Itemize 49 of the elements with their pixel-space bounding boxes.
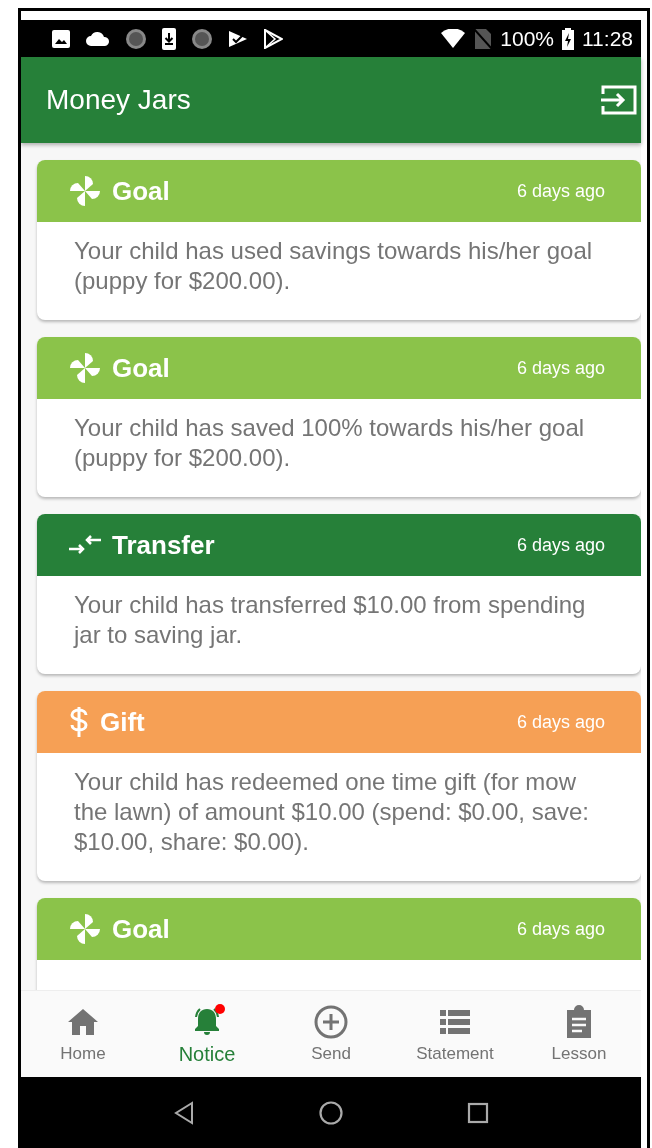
plus-circle-icon bbox=[314, 1005, 348, 1039]
image-icon bbox=[51, 28, 71, 49]
notice-card[interactable]: Goal 6 days ago Your child has used savings towards his/her goal (puppy for $200.00). bbox=[37, 160, 641, 320]
notice-title: Transfer bbox=[112, 529, 216, 561]
logout-icon[interactable] bbox=[601, 85, 637, 115]
notice-time: 6 days ago bbox=[516, 357, 605, 379]
home-icon bbox=[67, 1008, 99, 1036]
nav-tab[interactable]: Notice bbox=[145, 991, 269, 1077]
app-title: Money Jars bbox=[46, 84, 191, 116]
nav-tab[interactable]: Lesson bbox=[517, 991, 641, 1077]
notice-card[interactable]: Transfer 6 days ago Your child has transferred $10.00 from spending jar to saving jar. bbox=[37, 514, 641, 674]
notice-time: 6 days ago bbox=[516, 534, 605, 556]
pinwheel-icon bbox=[68, 912, 102, 946]
wifi-icon bbox=[440, 28, 467, 49]
notice-message: Your child has redeemed one time gift (for mow the lawn) of amount $10.00 (spend: $0.00, save: $10.00, share: $0.00). bbox=[74, 767, 590, 857]
list-icon bbox=[440, 1010, 470, 1034]
notice-message: Your child has transferred $10.00 from spending jar to saving jar. bbox=[74, 590, 587, 650]
nav-tab[interactable]: Statement bbox=[393, 991, 517, 1077]
notice-card[interactable]: Gift 6 days ago Your child has redeemed one time gift (for mow the lawn) of amount $10.00 (spend: $0.00, save: $10.00, share: $0.00). bbox=[37, 691, 641, 881]
notice-title: Gift bbox=[100, 706, 146, 738]
battery-percent: 100% bbox=[500, 26, 554, 51]
circle-icon bbox=[191, 27, 213, 50]
home-circle-icon[interactable] bbox=[319, 1100, 343, 1125]
nav-tab[interactable]: Send bbox=[269, 991, 393, 1077]
recents-square-icon[interactable] bbox=[467, 1101, 489, 1124]
notice-time: 6 days ago bbox=[516, 711, 605, 733]
notice-time: 6 days ago bbox=[516, 180, 605, 202]
play-icon bbox=[263, 28, 283, 49]
pinwheel-icon bbox=[68, 351, 102, 385]
pinwheel-icon bbox=[68, 174, 102, 208]
download-icon bbox=[161, 26, 177, 51]
notice-title: Goal bbox=[112, 913, 171, 945]
clock-time: 11:28 bbox=[582, 26, 633, 51]
transfer-arrows-icon bbox=[68, 534, 102, 556]
notice-message: Your child has used savings towards his/her goal (puppy for $200.00). bbox=[74, 236, 594, 296]
circle-icon bbox=[125, 27, 147, 50]
dollar-icon bbox=[68, 706, 90, 738]
nav-tab[interactable]: Home bbox=[21, 991, 145, 1077]
notice-title: Goal bbox=[112, 352, 171, 384]
clipboard-icon bbox=[565, 1005, 593, 1039]
notice-title: Goal bbox=[112, 175, 171, 207]
back-icon[interactable] bbox=[173, 1100, 195, 1125]
battery-icon bbox=[562, 27, 574, 50]
cloud-icon bbox=[85, 30, 111, 47]
check-icon bbox=[227, 28, 249, 49]
notice-time: 6 days ago bbox=[516, 918, 605, 940]
no-sim-icon bbox=[474, 27, 493, 50]
notice-message: Your child has saved 100% towards his/her goal (puppy for $200.00). bbox=[74, 413, 586, 473]
notice-card[interactable]: Goal 6 days ago Your child has saved 100% towards his/her goal (puppy for $200.00). bbox=[37, 337, 641, 497]
